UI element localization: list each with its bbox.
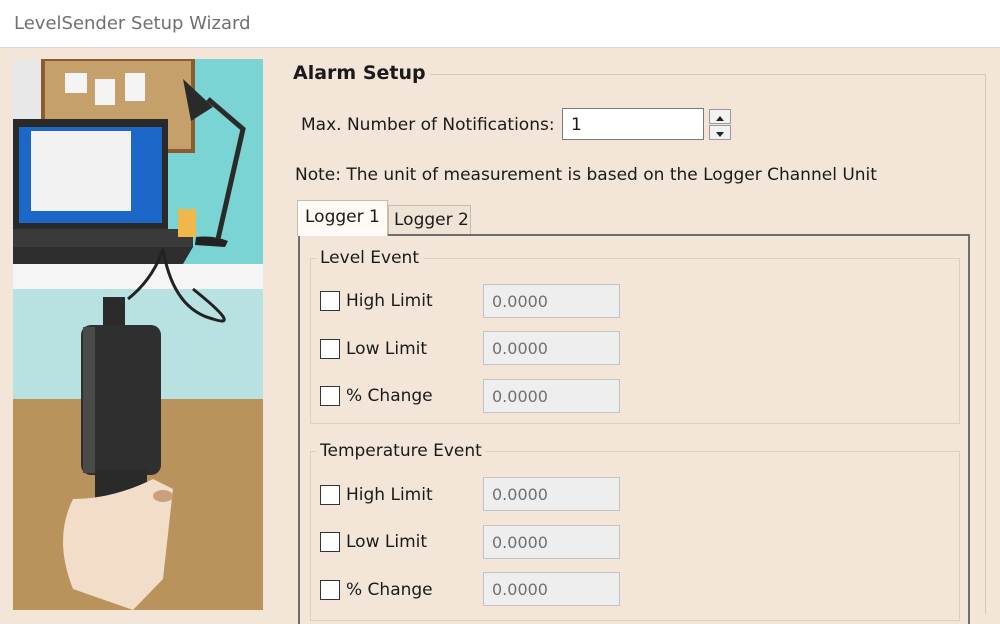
tab-logger-1[interactable]: Logger 1 [297,200,388,236]
max-notifications-label: Max. Number of Notifications: [301,115,555,135]
level-event-legend: Level Event [316,248,423,268]
group-border-top [430,74,985,75]
temp-change-input[interactable]: 0.0000 [483,572,620,606]
level-low-limit-input[interactable]: 0.0000 [483,331,620,365]
title-bar: LevelSender Setup Wizard [0,0,1000,48]
tab-logger-2[interactable]: Logger 2 [388,205,471,235]
level-high-limit-input[interactable]: 0.0000 [483,284,620,318]
temp-change-label: % Change [346,580,433,600]
level-high-limit-label: High Limit [346,291,433,311]
level-high-limit-checkbox[interactable] [320,291,340,311]
chevron-down-icon [716,132,724,137]
temp-high-limit-label: High Limit [346,485,433,505]
temp-low-limit-checkbox[interactable] [320,532,340,552]
temp-low-limit-label: Low Limit [346,532,428,552]
chevron-up-icon [716,116,724,121]
wizard-illustration [13,59,263,610]
max-notifications-input[interactable]: 1 [562,108,704,140]
alarm-setup-title: Alarm Setup [293,62,426,84]
note-text: Note: The unit of measurement is based o… [295,165,877,185]
level-low-limit-checkbox[interactable] [320,339,340,359]
level-low-limit-label: Low Limit [346,339,428,359]
temp-high-limit-checkbox[interactable] [320,485,340,505]
window-title: LevelSender Setup Wizard [14,13,251,34]
temp-change-checkbox[interactable] [320,580,340,600]
group-border-right [985,74,986,614]
temp-low-limit-input[interactable]: 0.0000 [483,525,620,559]
illustration-image [13,59,263,610]
temperature-event-legend: Temperature Event [316,441,486,461]
level-change-label: % Change [346,386,433,406]
spin-down-button[interactable] [709,125,731,140]
temp-high-limit-input[interactable]: 0.0000 [483,477,620,511]
level-change-input[interactable]: 0.0000 [483,379,620,413]
level-change-checkbox[interactable] [320,386,340,406]
spin-up-button[interactable] [709,109,731,124]
